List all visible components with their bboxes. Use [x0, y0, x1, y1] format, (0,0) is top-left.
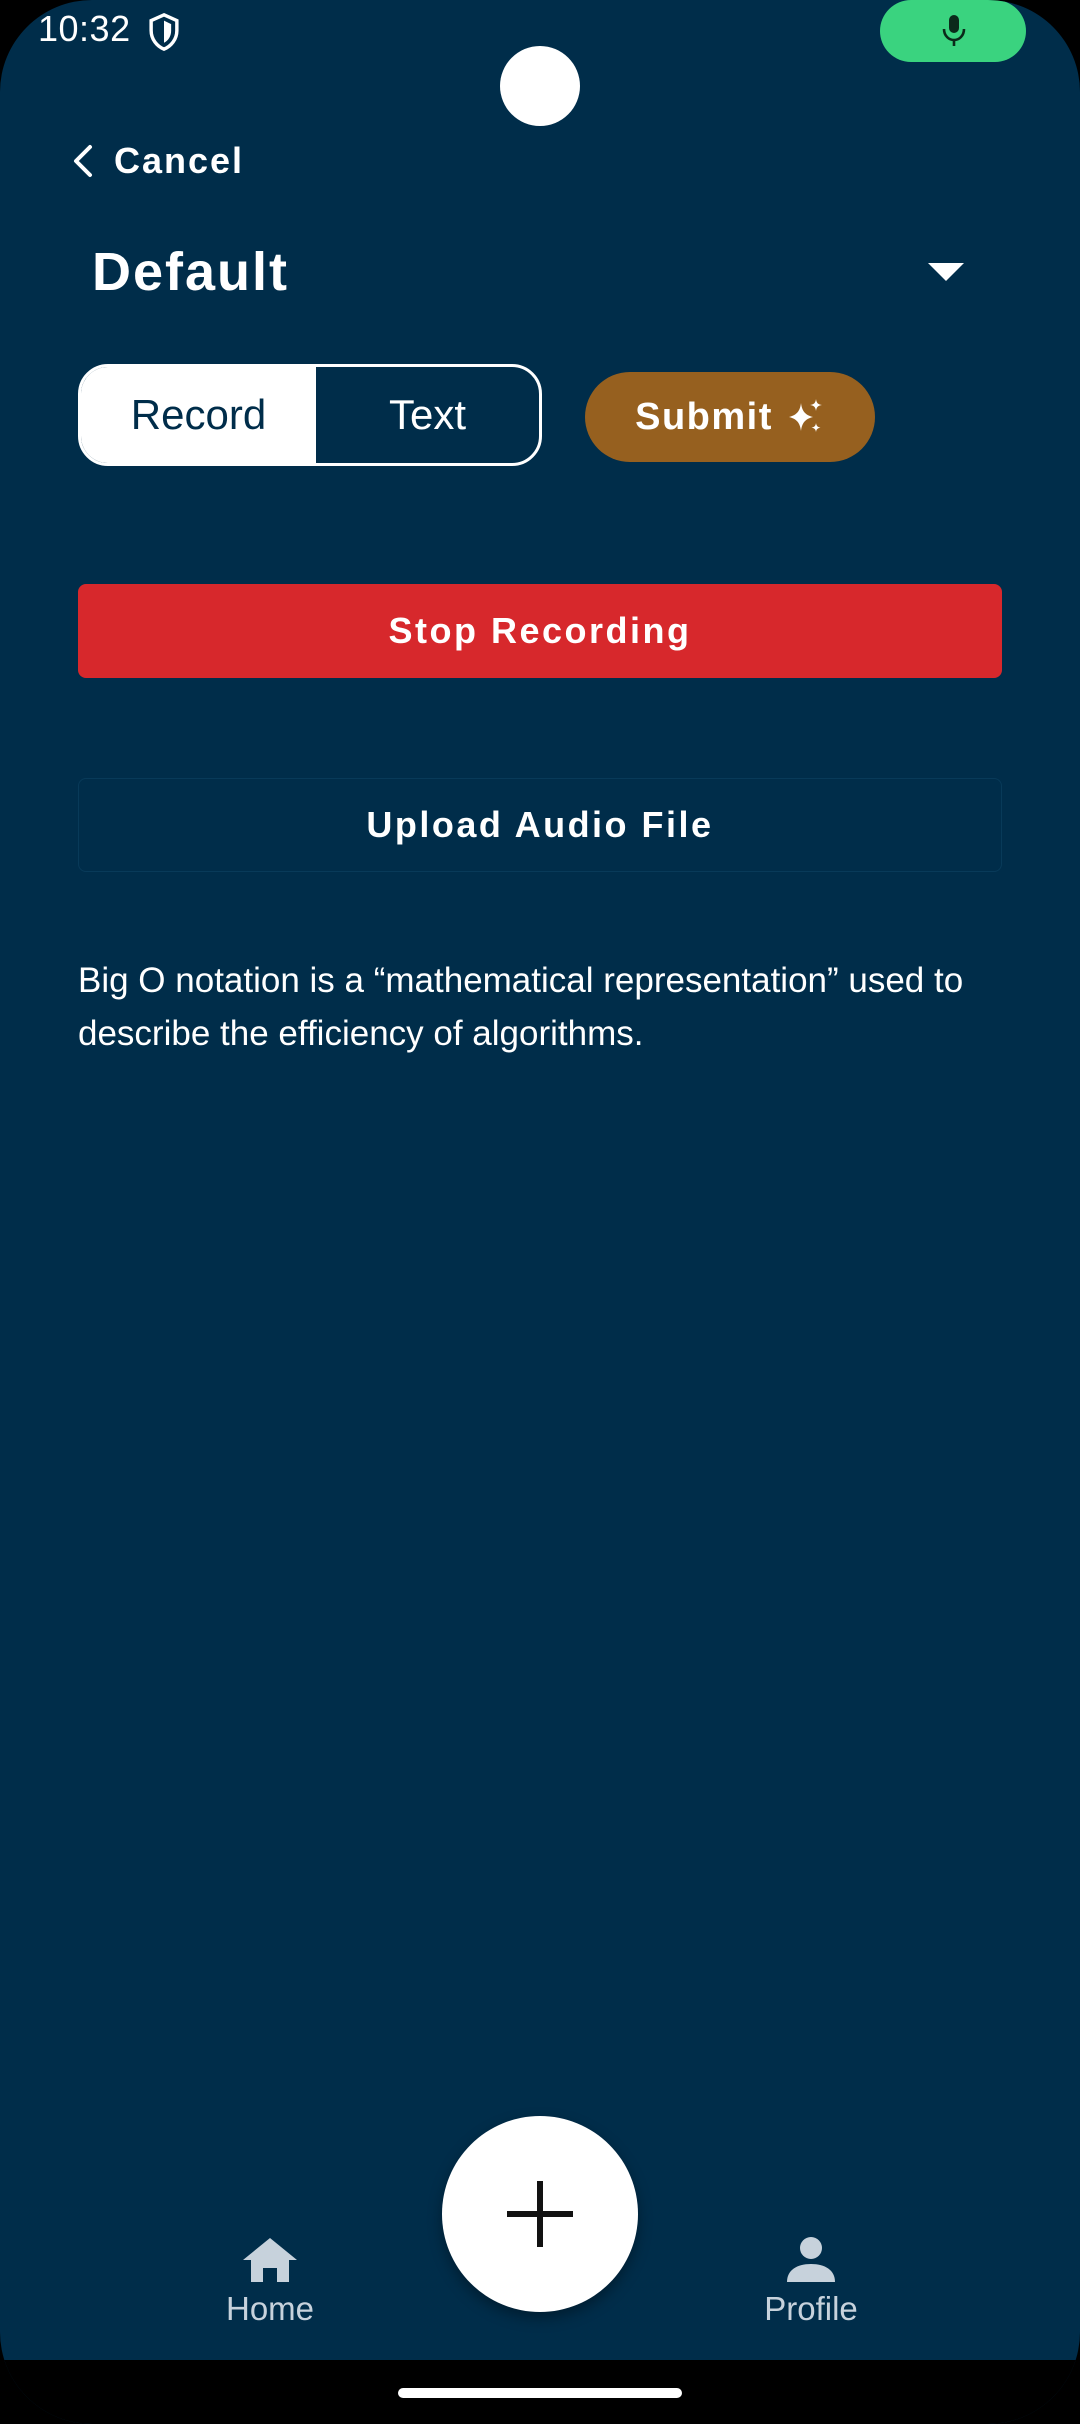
- microphone-icon: [942, 15, 966, 46]
- home-gesture-bar[interactable]: [398, 2388, 682, 2398]
- cancel-label: Cancel: [114, 140, 245, 181]
- nav-home-label: Home: [225, 2290, 315, 2327]
- transcript-text: Big O notation is a “mathematical repres…: [78, 961, 964, 1053]
- stop-recording-button[interactable]: Stop Recording: [78, 584, 1002, 678]
- chevron-left-icon: [74, 145, 92, 177]
- submit-label: Submit: [635, 395, 773, 438]
- shield-icon: [149, 12, 179, 51]
- person-icon: [787, 2237, 835, 2282]
- add-button[interactable]: [442, 2116, 638, 2312]
- template-dropdown[interactable]: Default: [92, 236, 992, 308]
- tab-record[interactable]: Record: [81, 367, 316, 463]
- mic-in-use-indicator[interactable]: [880, 0, 1026, 62]
- caret-down-icon: [928, 263, 964, 281]
- nav-home[interactable]: Home: [170, 2236, 370, 2328]
- sparkle-icon: [788, 399, 822, 433]
- tab-text[interactable]: Text: [316, 367, 539, 463]
- camera-cutout: [500, 46, 580, 126]
- status-time: 10:32: [38, 8, 131, 49]
- page-title: Default: [92, 242, 290, 302]
- submit-button[interactable]: Submit: [585, 372, 875, 462]
- plus-icon: [507, 2181, 573, 2247]
- app-screen: 10:32 Cancel Default Record Text Submit: [0, 0, 1080, 2424]
- cancel-button[interactable]: Cancel: [70, 136, 244, 186]
- home-icon: [243, 2238, 297, 2282]
- upload-audio-file-button[interactable]: Upload Audio File: [78, 778, 1002, 872]
- mode-toggle: Record Text: [78, 364, 542, 466]
- nav-profile[interactable]: Profile: [711, 2236, 911, 2328]
- nav-profile-label: Profile: [764, 2290, 858, 2327]
